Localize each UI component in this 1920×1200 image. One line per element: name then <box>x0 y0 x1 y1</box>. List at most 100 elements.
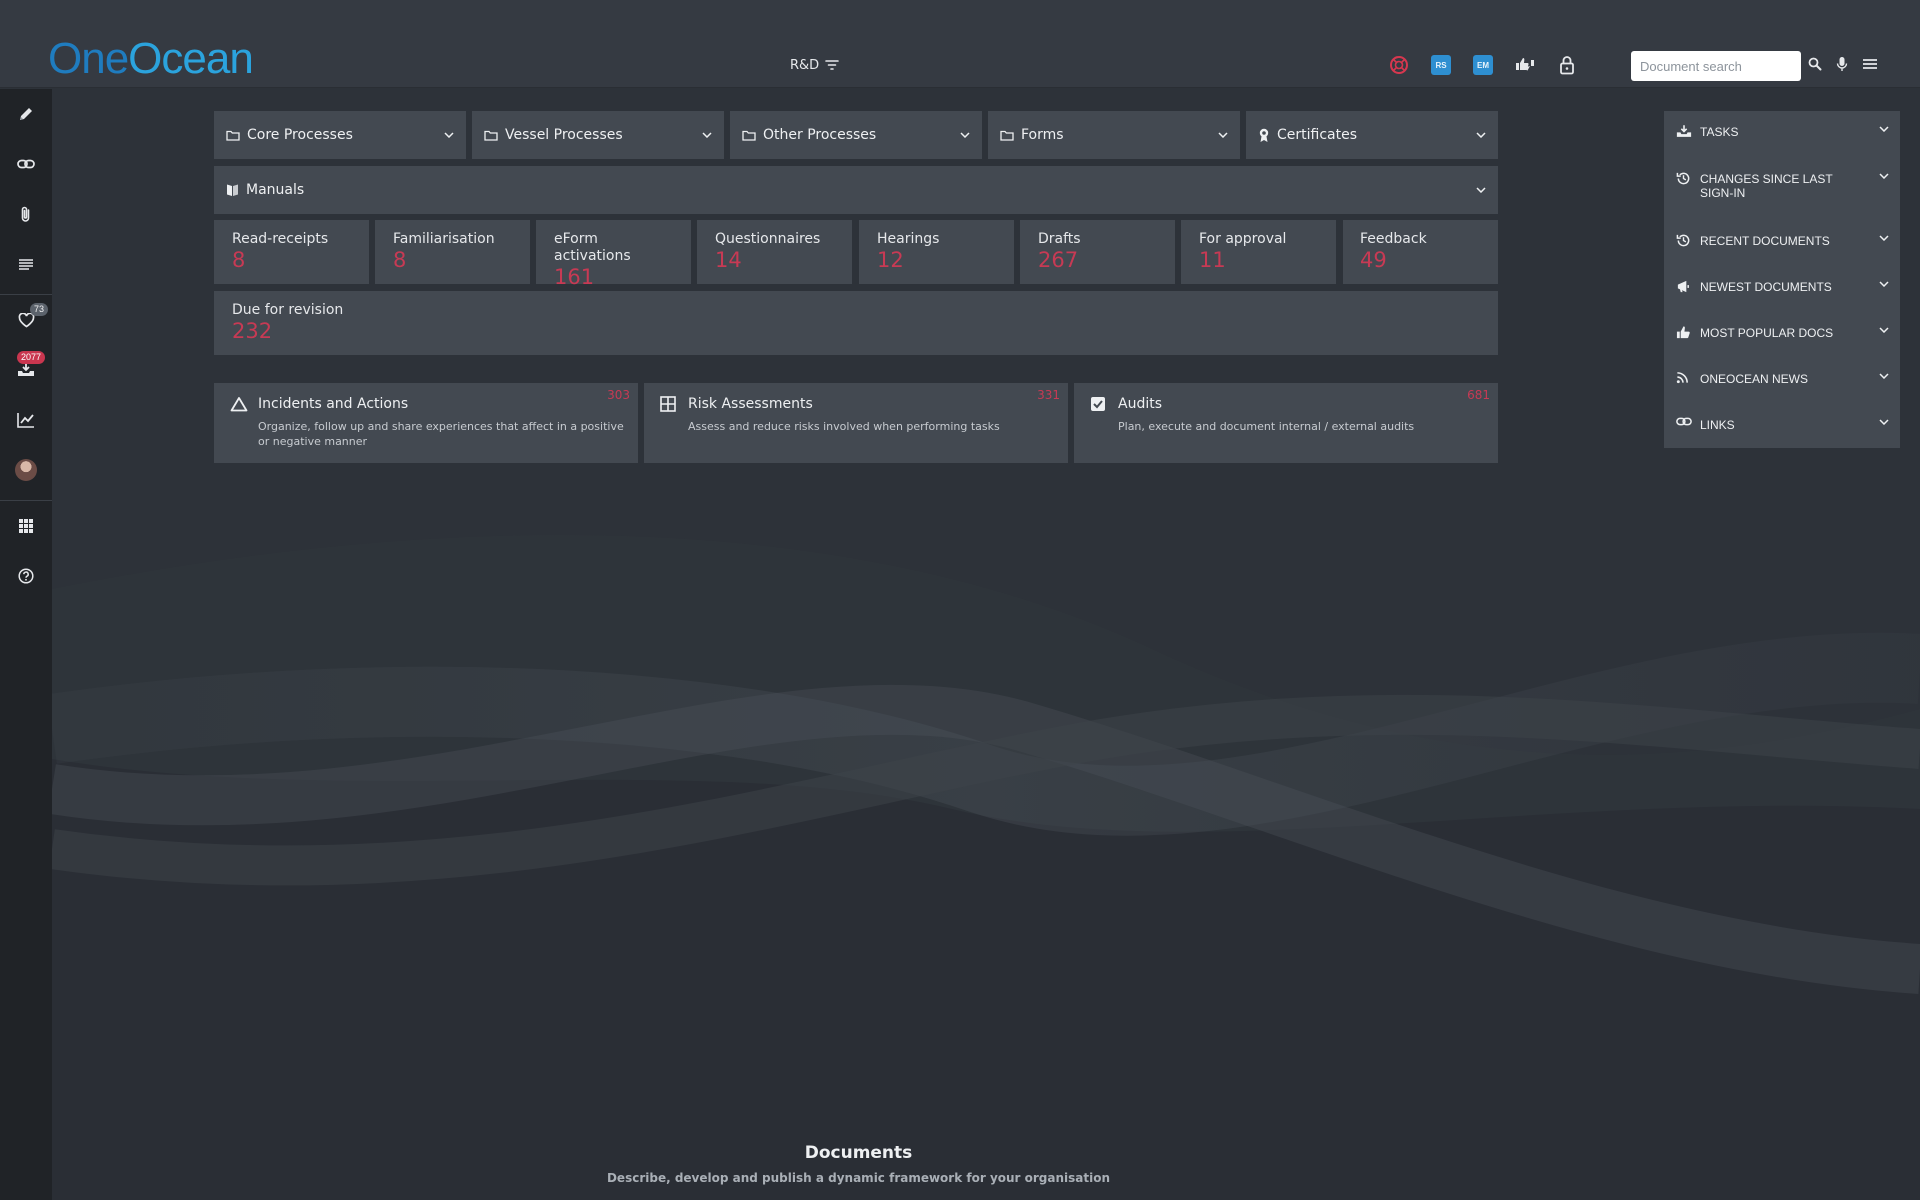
stat-value: 49 <box>1360 248 1387 272</box>
stat-tile-feedback[interactable]: Feedback 49 <box>1343 220 1498 284</box>
tasks-count-badge: 2077 <box>17 351 46 364</box>
stat-value: 8 <box>393 248 407 272</box>
stat-label: eForm activations <box>554 231 631 264</box>
panel-links[interactable]: LINKS <box>1664 417 1900 445</box>
panel-changes-since-last-sign-in[interactable]: CHANGES SINCE LAST SIGN-IN <box>1664 171 1900 211</box>
dropdown-label: Certificates <box>1277 127 1358 143</box>
book-icon <box>226 183 239 197</box>
stat-tile-familiarisation[interactable]: Familiarisation 8 <box>375 220 530 284</box>
dropdown-forms[interactable]: Forms <box>988 111 1240 159</box>
history-icon <box>1676 233 1691 248</box>
panel-label: NEWEST DOCUMENTS <box>1700 280 1832 294</box>
unit-selector[interactable]: R&D <box>790 56 839 74</box>
link-icon <box>17 159 35 169</box>
sidebar-help[interactable] <box>0 554 52 598</box>
stat-label: Read-receipts <box>232 231 329 247</box>
module-risk-assessments[interactable]: Risk Assessments Assess and reduce risks… <box>644 383 1068 463</box>
sidebar-links[interactable] <box>0 142 52 186</box>
certificate-icon <box>1258 128 1270 143</box>
menu-icon[interactable] <box>1862 58 1878 70</box>
stat-tile-read-receipts[interactable]: Read-receipts 8 <box>214 220 369 284</box>
sidebar-tasks[interactable]: 2077 <box>0 348 52 392</box>
module-description: Organize, follow up and share experience… <box>258 420 624 448</box>
stat-tile-for-approval[interactable]: For approval 11 <box>1181 220 1336 284</box>
document-search-input[interactable] <box>1631 51 1801 81</box>
panel-label: MOST POPULAR DOCS <box>1700 326 1834 340</box>
chevron-down-icon <box>1879 173 1889 179</box>
sidebar-edit[interactable] <box>0 92 52 136</box>
sidebar-favorites[interactable]: 73 <box>0 298 52 342</box>
rs-badge-icon[interactable]: RS <box>1430 54 1452 76</box>
warning-triangle-icon <box>230 396 248 412</box>
stat-tile-due-for-revision[interactable]: Due for revision 232 <box>214 291 1498 355</box>
chevron-down-icon <box>1476 132 1486 138</box>
help-icon <box>18 568 34 584</box>
search-tools <box>1808 56 1878 72</box>
dropdown-manuals[interactable]: Manuals <box>214 166 1498 214</box>
sidebar-attachments[interactable] <box>0 192 52 236</box>
sidebar-statistics[interactable] <box>0 398 52 442</box>
dropdown-label: Manuals <box>246 182 305 198</box>
dropdown-certificates[interactable]: Certificates <box>1246 111 1498 159</box>
footer-subtitle: Describe, develop and publish a dynamic … <box>606 1171 1111 1185</box>
inbox-icon <box>1676 124 1692 139</box>
module-incidents-and-actions[interactable]: Incidents and Actions Organize, follow u… <box>214 383 638 463</box>
folder-icon <box>226 130 240 141</box>
paperclip-icon <box>20 205 32 223</box>
footer-title: Documents <box>804 1143 913 1163</box>
module-audits[interactable]: Audits Plan, execute and document intern… <box>1074 383 1498 463</box>
dropdown-other-processes[interactable]: Other Processes <box>730 111 982 159</box>
panel-label: LINKS <box>1700 418 1735 432</box>
chevron-down-icon <box>1879 126 1889 132</box>
panel-recent-documents[interactable]: RECENT DOCUMENTS <box>1664 233 1900 263</box>
chevron-down-icon <box>1476 187 1486 193</box>
dropdown-core-processes[interactable]: Core Processes <box>214 111 466 159</box>
inbox-icon <box>17 362 35 378</box>
stat-tile-hearings[interactable]: Hearings 12 <box>859 220 1014 284</box>
lifebuoy-icon[interactable] <box>1388 54 1410 76</box>
lock-icon[interactable] <box>1556 54 1578 76</box>
stat-tile-drafts[interactable]: Drafts 267 <box>1020 220 1175 284</box>
dropdown-vessel-processes[interactable]: Vessel Processes <box>472 111 724 159</box>
chevron-down-icon <box>960 132 970 138</box>
stat-value: 267 <box>1038 248 1079 272</box>
chevron-down-icon <box>1879 419 1889 425</box>
module-count: 681 <box>1467 388 1490 402</box>
stat-value: 14 <box>715 248 742 272</box>
folder-icon <box>742 130 756 141</box>
microphone-icon[interactable] <box>1836 56 1848 72</box>
panel-label: TASKS <box>1700 125 1739 139</box>
oneocean-logo[interactable]: OneOcean <box>48 34 254 84</box>
panel-oneocean-news[interactable]: ONEOCEAN NEWS <box>1664 371 1900 401</box>
module-description: Plan, execute and document internal / ex… <box>1118 420 1415 433</box>
top-header: OneOcean R&D RS EM <box>0 0 1920 88</box>
chevron-down-icon <box>1879 373 1889 379</box>
checkbox-icon <box>1090 396 1106 412</box>
sidebar-list[interactable] <box>0 242 52 286</box>
panel-newest-documents[interactable]: NEWEST DOCUMENTS <box>1664 279 1900 309</box>
chevron-down-icon <box>1218 132 1228 138</box>
search-icon[interactable] <box>1808 57 1822 71</box>
stat-tile-eform-activations[interactable]: eForm activations 161 <box>536 220 691 289</box>
stat-value: 232 <box>232 319 273 343</box>
sidebar-profile[interactable] <box>0 448 52 492</box>
em-badge-icon[interactable]: EM <box>1472 54 1494 76</box>
dropdown-label: Vessel Processes <box>505 127 623 143</box>
right-panel: TASKS CHANGES SINCE LAST SIGN-IN RECENT … <box>1664 111 1900 448</box>
panel-most-popular-docs[interactable]: MOST POPULAR DOCS <box>1664 325 1900 355</box>
stat-tile-questionnaires[interactable]: Questionnaires 14 <box>697 220 852 284</box>
sidebar-apps[interactable] <box>0 504 52 548</box>
sidebar-divider <box>0 500 52 501</box>
chevron-down-icon <box>444 132 454 138</box>
pencil-icon <box>18 106 34 122</box>
left-sidebar: 73 2077 <box>0 89 52 1200</box>
panel-tasks[interactable]: TASKS <box>1664 124 1900 154</box>
module-count: 331 <box>1037 388 1060 402</box>
avatar <box>15 459 37 481</box>
megaphone-icon <box>1676 279 1691 294</box>
stat-label: For approval <box>1199 231 1287 247</box>
panel-label: CHANGES SINCE LAST SIGN-IN <box>1700 172 1833 200</box>
chevron-down-icon <box>1879 281 1889 287</box>
module-title: Audits <box>1118 396 1163 412</box>
thumbs-icon[interactable] <box>1514 54 1536 76</box>
